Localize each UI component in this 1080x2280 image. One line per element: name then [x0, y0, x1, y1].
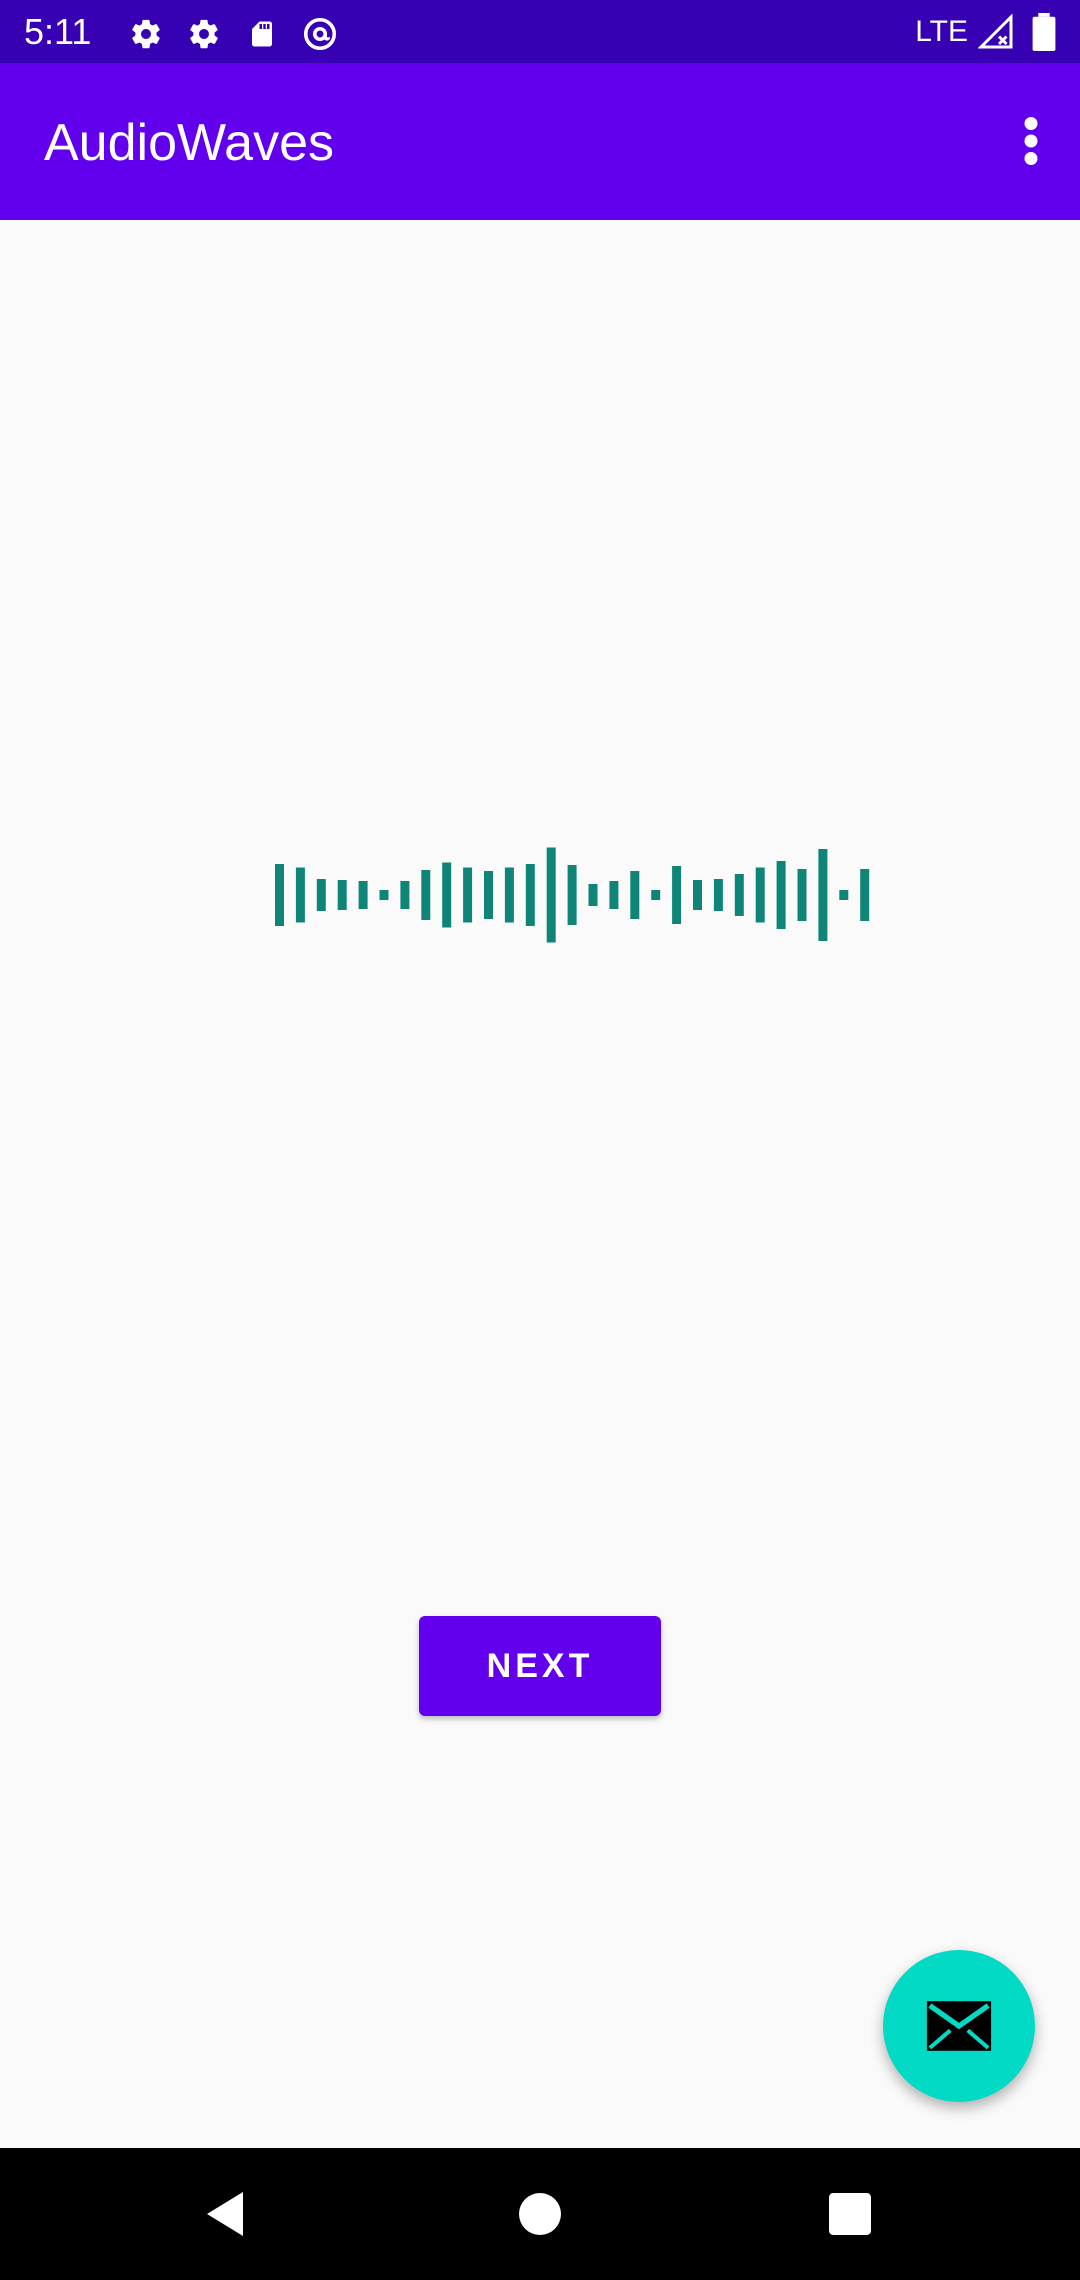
waveform-bar: [860, 869, 870, 921]
waveform-bar: [630, 871, 640, 919]
battery-icon: [1024, 12, 1064, 52]
sd-card-icon: [242, 14, 282, 54]
waveform-bar: [484, 871, 493, 919]
recents-icon: [829, 2193, 871, 2235]
waveform-bar: [316, 879, 326, 911]
next-button[interactable]: NEXT: [419, 1616, 661, 1716]
navigation-bar: [0, 2148, 1080, 2280]
at-sign-icon: [300, 14, 340, 54]
back-icon: [207, 2192, 243, 2236]
home-icon: [519, 2193, 561, 2235]
waveform-bar: [379, 890, 389, 900]
waveform-bar: [818, 849, 828, 941]
home-button[interactable]: [510, 2184, 570, 2244]
settings-icon: [126, 14, 166, 54]
waveform-bar: [776, 861, 786, 929]
waveform-bar: [839, 890, 849, 900]
waveform-bar: [525, 864, 535, 926]
audio-waveform: [275, 847, 870, 943]
waveform-bar: [463, 867, 473, 923]
status-time: 5:11: [24, 11, 92, 52]
waveform-bar: [734, 874, 744, 916]
waveform-bar: [504, 867, 514, 923]
status-system-icons: LTE: [915, 12, 1064, 52]
waveform-bar: [400, 881, 410, 909]
status-bar: 5:11 LTE: [0, 0, 1080, 63]
status-notification-icons: [126, 14, 340, 54]
signal-icon: [976, 12, 1016, 52]
recents-button[interactable]: [820, 2184, 880, 2244]
waveform-bar: [651, 890, 661, 900]
waveform-bar: [567, 865, 577, 925]
email-icon: [926, 2001, 992, 2051]
app-title: AudioWaves: [44, 114, 334, 172]
waveform-bar: [693, 880, 702, 910]
email-fab[interactable]: [883, 1950, 1035, 2102]
waveform-bar: [421, 870, 431, 920]
waveform-bar: [358, 881, 368, 909]
waveform-bar: [546, 847, 556, 943]
more-options-button[interactable]: [996, 106, 1066, 176]
waveform-bar: [713, 879, 723, 911]
waveform-bar: [797, 869, 807, 921]
waveform-bar: [672, 866, 682, 924]
more-vert-icon: [1024, 117, 1038, 165]
settings-icon: [184, 14, 224, 54]
waveform-bar: [588, 884, 598, 906]
waveform-bar: [275, 864, 284, 926]
app-bar: AudioWaves: [0, 63, 1080, 220]
waveform-bar: [609, 881, 619, 909]
back-button[interactable]: [195, 2184, 255, 2244]
waveform-bar: [337, 880, 347, 910]
waveform-bar: [295, 867, 305, 923]
waveform-bar: [755, 867, 765, 923]
waveform-bar: [442, 862, 452, 928]
network-type: LTE: [915, 15, 968, 48]
